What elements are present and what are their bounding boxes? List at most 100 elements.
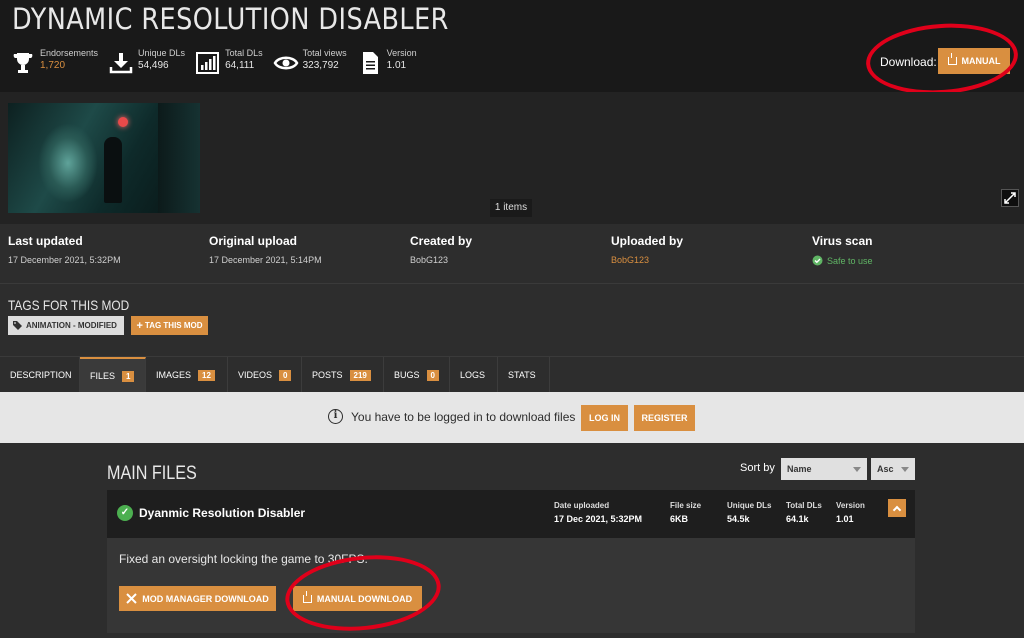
stat-value: 64,111 xyxy=(225,60,255,71)
file-header[interactable]: ✓ Dyanmic Resolution Disabler Date uploa… xyxy=(107,490,915,538)
bar-chart-icon xyxy=(196,52,220,74)
login-button[interactable]: LOG IN xyxy=(581,405,628,431)
register-button[interactable]: REGISTER xyxy=(634,405,695,431)
tags-title: TAGS FOR THIS MOD xyxy=(8,297,130,313)
tab-stats[interactable]: STATS xyxy=(498,357,550,393)
info-created-by: Created by BobG123 xyxy=(410,234,472,265)
mod-tabs: DESCRIPTION FILES 1 IMAGES 12 VIDEOS 0 POST… xyxy=(0,356,1024,393)
tags-section: TAGS FOR THIS MOD ANIMATION - MODIFIED +… xyxy=(0,285,1024,355)
collapse-button[interactable] xyxy=(888,499,906,517)
login-notice-bar: i You have to be logged in to download f… xyxy=(0,392,1024,443)
tab-description[interactable]: DESCRIPTION xyxy=(0,357,80,393)
info-value: 17 December 2021, 5:14PM xyxy=(209,255,322,265)
expand-icon[interactable] xyxy=(1001,189,1019,207)
tab-label: STATS xyxy=(508,370,536,380)
sort-order-value: Asc xyxy=(877,464,894,474)
tab-count: 0 xyxy=(426,369,439,381)
tab-count: 0 xyxy=(279,369,292,381)
meta-label: Date uploaded xyxy=(554,501,610,510)
tab-count: 219 xyxy=(349,369,371,381)
file-unique-dls: Unique DLs 54.5k xyxy=(727,501,771,524)
tag-item[interactable]: ANIMATION - MODIFIED xyxy=(8,316,124,335)
trophy-icon xyxy=(13,53,33,73)
tab-posts[interactable]: POSTS 219 xyxy=(302,357,384,393)
info-label: Created by xyxy=(410,234,473,248)
stat-value: 54,496 xyxy=(138,60,169,71)
info-icon: i xyxy=(328,409,343,424)
mod-header: DYNAMIC RESOLUTION DISABLER Endorsements… xyxy=(0,0,1024,92)
info-virus-scan: Virus scan Safe to use xyxy=(812,234,873,266)
mod-title: DYNAMIC RESOLUTION DISABLER xyxy=(12,2,449,36)
manual-download-button[interactable]: MANUAL DOWNLOAD xyxy=(293,586,422,611)
tab-bugs[interactable]: BUGS 0 xyxy=(384,357,450,393)
tab-videos[interactable]: VIDEOS 0 xyxy=(228,357,302,393)
file-version: Version 1.01 xyxy=(836,501,865,524)
stat-total-dls: Total DLs 64,111 xyxy=(195,48,263,76)
thumbnail-scene-lamp xyxy=(118,117,128,127)
stat-label: Total views xyxy=(302,48,347,58)
tag-label: ANIMATION - MODIFIED xyxy=(26,321,117,330)
meta-label: File size xyxy=(670,501,702,510)
tab-logs[interactable]: LOGS xyxy=(450,357,498,393)
tab-files[interactable]: FILES 1 xyxy=(80,357,146,393)
tag-this-mod-button[interactable]: + TAG THIS MOD xyxy=(131,316,208,335)
tab-label: IMAGES xyxy=(156,370,192,380)
download-label: Download: xyxy=(880,55,937,69)
mod-manager-label: MOD MANAGER DOWNLOAD xyxy=(142,593,269,604)
tag-button-label: TAG THIS MOD xyxy=(144,321,203,330)
file-body: Fixed an oversight locking the game to 3… xyxy=(107,538,915,633)
meta-label: Unique DLs xyxy=(727,501,772,510)
download-icon xyxy=(947,53,957,65)
mod-manager-download-button[interactable]: MOD MANAGER DOWNLOAD xyxy=(119,586,276,611)
tab-count: 1 xyxy=(122,370,135,382)
login-notice: i You have to be logged in to download f… xyxy=(328,409,575,424)
sort-order-select[interactable]: Asc xyxy=(871,458,915,480)
tab-label: LOGS xyxy=(460,370,486,380)
tab-label: POSTS xyxy=(312,370,343,380)
sort-label: Sort by xyxy=(740,462,775,474)
info-label: Virus scan xyxy=(812,234,873,248)
file-title: ✓ Dyanmic Resolution Disabler xyxy=(117,505,305,521)
uploader-link[interactable]: BobG123 xyxy=(611,255,683,265)
eye-icon xyxy=(273,56,299,70)
thumbnail-scene-light xyxy=(38,123,98,203)
tag-icon xyxy=(13,321,22,330)
tab-images[interactable]: IMAGES 12 xyxy=(146,357,228,393)
login-message: You have to be logged in to download fil… xyxy=(351,409,576,424)
file-size: File size 6KB xyxy=(670,501,701,524)
plus-icon: + xyxy=(136,319,143,332)
stat-total-views: Total views 323,792 xyxy=(273,48,347,76)
stat-endorsements: Endorsements 1,720 xyxy=(10,48,98,76)
info-value: 17 December 2021, 5:32PM xyxy=(8,255,121,265)
manual-button-label: MANUAL xyxy=(961,56,1001,66)
chevron-down-icon xyxy=(853,467,861,472)
meta-label: Version xyxy=(836,501,865,510)
manual-download-label: MANUAL DOWNLOAD xyxy=(316,593,413,604)
info-original-upload: Original upload 17 December 2021, 5:14PM xyxy=(209,234,322,265)
main-files-title: MAIN FILES xyxy=(107,463,197,484)
check-icon: ✓ xyxy=(117,505,133,521)
gallery-thumbnail[interactable] xyxy=(8,103,200,213)
tab-label: FILES xyxy=(90,371,116,381)
thumbnail-scene-wall xyxy=(158,103,200,213)
stat-unique-dls: Unique DLs 54,496 xyxy=(108,48,185,76)
meta-value: 6KB xyxy=(670,514,689,524)
info-label: Original upload xyxy=(209,234,298,248)
sort-field-select[interactable]: Name xyxy=(781,458,867,480)
file-description: Fixed an oversight locking the game to 3… xyxy=(119,552,368,566)
info-last-updated: Last updated 17 December 2021, 5:32PM xyxy=(8,234,121,265)
download-icon xyxy=(109,53,133,74)
manual-download-button-top[interactable]: MANUAL xyxy=(938,48,1010,74)
download-icon xyxy=(302,590,312,603)
stat-value: 323,792 xyxy=(302,60,339,71)
tab-count: 12 xyxy=(198,369,215,381)
files-section: MAIN FILES Sort by Name Asc ✓ Dyanmic Re… xyxy=(0,443,1024,633)
tools-icon xyxy=(126,593,137,604)
chevron-down-icon xyxy=(901,467,909,472)
file-total-dls: Total DLs 64.1k xyxy=(786,501,822,524)
mod-stats: Endorsements 1,720 Unique DLs 54,496 Total… xyxy=(10,48,427,76)
tab-label: VIDEOS xyxy=(238,370,273,380)
stat-value: 1,720 xyxy=(40,60,66,71)
tab-label: DESCRIPTION xyxy=(10,370,72,380)
sort-field-value: Name xyxy=(787,464,812,474)
